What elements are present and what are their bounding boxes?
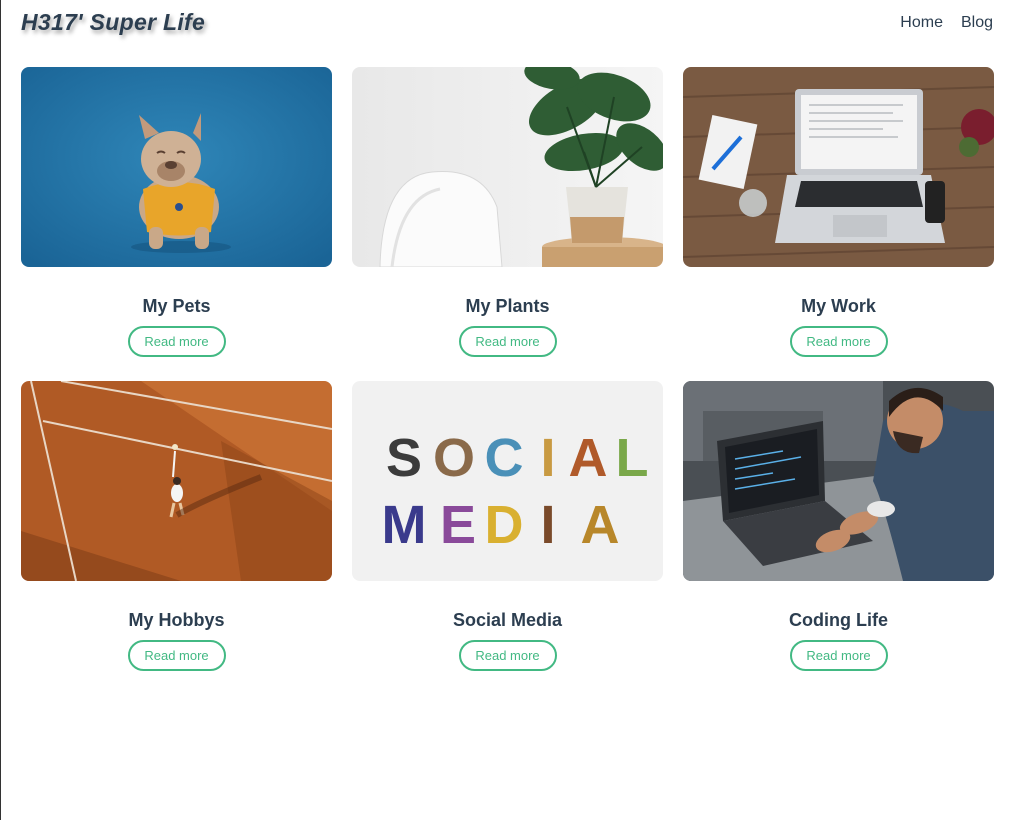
header: H317' Super Life Home Blog	[1, 0, 1012, 48]
svg-text:C: C	[485, 428, 524, 488]
card-my-work: My Work Read more	[683, 67, 994, 361]
card-coding-life: Coding Life Read more	[683, 381, 994, 675]
card-my-hobbys: My Hobbys Read more	[21, 381, 332, 675]
svg-text:M: M	[382, 495, 427, 555]
page: H317' Super Life Home Blog My Pets Read …	[0, 0, 1012, 820]
card-title: My Hobbys	[128, 610, 225, 630]
read-more-button[interactable]: Read more	[789, 326, 888, 357]
card-title: Coding Life	[789, 610, 888, 630]
site-logo[interactable]: H317' Super Life	[21, 9, 205, 36]
card-title: My Plants	[465, 296, 550, 316]
svg-text:L: L	[616, 428, 649, 488]
svg-text:S: S	[386, 428, 422, 488]
nav-blog-link[interactable]: Blog	[961, 14, 993, 32]
read-more-button[interactable]: Read more	[789, 640, 888, 671]
svg-text:D: D	[485, 495, 524, 555]
card-title: My Pets	[142, 296, 211, 316]
card-my-plants: My Plants Read more	[352, 67, 663, 361]
svg-text:I: I	[540, 495, 555, 555]
card-social-media: S O C I A L M E D I A Social Media Read …	[352, 381, 663, 675]
card-grid: My Pets Read more My Plants Read more My…	[21, 67, 994, 675]
french-bulldog-photo	[21, 67, 332, 267]
svg-text:A: A	[569, 428, 608, 488]
monstera-plant-photo	[352, 67, 663, 267]
read-more-button[interactable]: Read more	[127, 326, 226, 357]
read-more-button[interactable]: Read more	[127, 640, 226, 671]
social-media-letters-photo: S O C I A L M E D I A	[352, 381, 663, 581]
man-coding-laptop-photo	[683, 381, 994, 581]
card-title: Social Media	[452, 610, 563, 630]
svg-text:E: E	[440, 495, 476, 555]
read-more-button[interactable]: Read more	[458, 326, 557, 357]
svg-text:A: A	[581, 495, 620, 555]
laptop-desk-photo	[683, 67, 994, 267]
nav-bar: Home Blog	[900, 14, 993, 32]
tennis-court-photo	[21, 381, 332, 581]
read-more-button[interactable]: Read more	[458, 640, 557, 671]
card-my-pets: My Pets Read more	[21, 67, 332, 361]
svg-text:O: O	[433, 428, 475, 488]
card-title: My Work	[801, 296, 876, 316]
svg-text:I: I	[540, 428, 555, 488]
nav-home-link[interactable]: Home	[900, 14, 943, 32]
